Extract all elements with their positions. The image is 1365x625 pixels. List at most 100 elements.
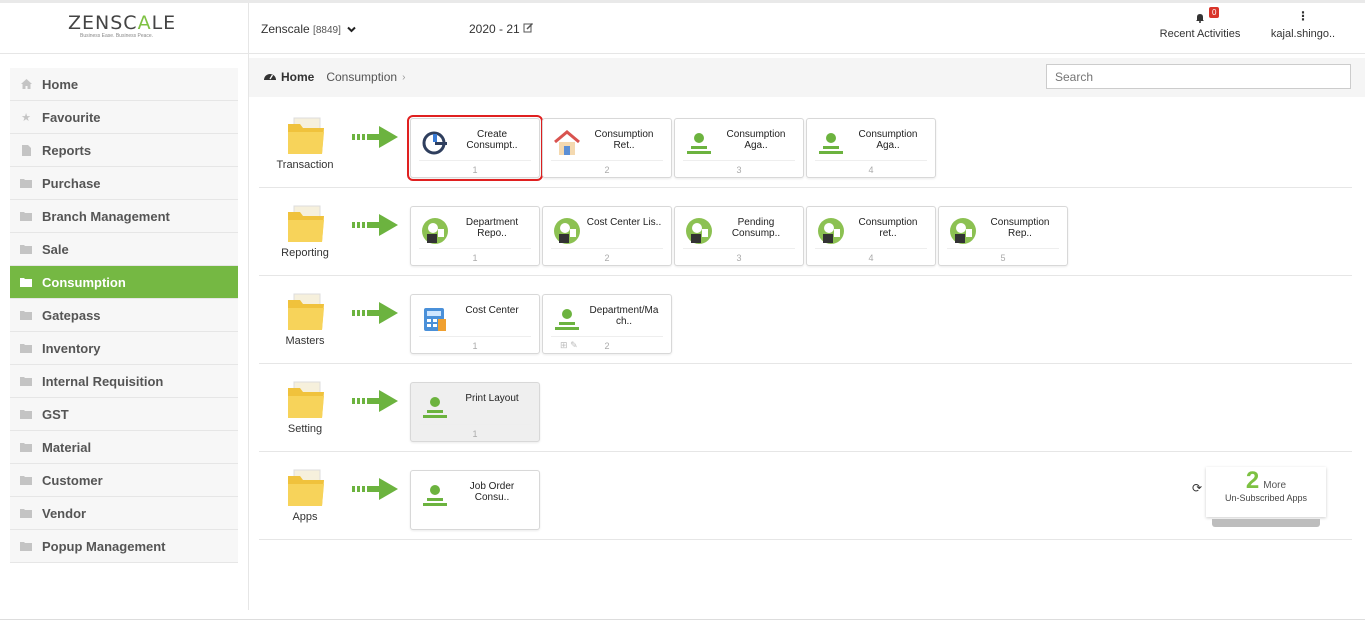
- folder-icon: [20, 409, 32, 420]
- folder-icon: [20, 475, 32, 486]
- tile-title: Consumption Ret..: [594, 129, 654, 151]
- sidebar-item-vendor[interactable]: Vendor: [10, 497, 238, 530]
- tile-number: 1: [472, 341, 478, 351]
- sidebar-item-consumption[interactable]: Consumption: [10, 266, 238, 299]
- section-label: Reporting: [281, 247, 329, 259]
- breadcrumb-home[interactable]: Home: [281, 70, 314, 84]
- tile-cost-center-list[interactable]: Cost Center Lis.. 2: [542, 206, 672, 266]
- tile-number: 1: [472, 253, 478, 263]
- bell-icon: [1196, 14, 1204, 23]
- folder-icon: [20, 343, 32, 354]
- logo-area[interactable]: ZENSCALE Business Ease. Business Peace.: [0, 3, 249, 54]
- folder-icon: [20, 508, 32, 519]
- folder-icon: [20, 310, 32, 321]
- tile-consumption-against-1[interactable]: Consumption Aga.. 3: [674, 118, 804, 178]
- edit-icon[interactable]: [523, 22, 534, 36]
- folder-icon: [20, 442, 32, 453]
- section-label: Masters: [285, 335, 325, 347]
- tile-title: Consumption Aga..: [726, 129, 786, 151]
- section-label: Transaction: [276, 159, 334, 171]
- section-reporting: Reporting Department Repo.. 1 Cost Cente…: [259, 188, 1352, 276]
- breadcrumb: Home Consumption ›: [264, 70, 405, 84]
- more-apps-count: 2: [1245, 467, 1260, 494]
- tile-pending-consumption[interactable]: Pending Consump.. 3: [674, 206, 804, 266]
- report-user-icon: [422, 218, 448, 244]
- tile-department-machine[interactable]: Department/Ma ch.. ⊞ ✎ 2: [542, 294, 672, 354]
- tile-number: 2: [604, 165, 610, 175]
- footer-divider: [0, 619, 1365, 620]
- more-apps-word: More: [1263, 480, 1287, 491]
- folder-icon[interactable]: [286, 204, 326, 242]
- sidebar-item-reports[interactable]: Reports: [10, 134, 238, 167]
- chevron-right-icon: ›: [402, 71, 406, 83]
- user-menu[interactable]: ⋮ kajal.shingo..: [1268, 10, 1338, 40]
- tile-title: Department Repo..: [465, 217, 519, 239]
- company-selector[interactable]: Zenscale [8849]: [261, 22, 356, 36]
- sidebar-item-customer[interactable]: Customer: [10, 464, 238, 497]
- tile-number: 3: [736, 165, 742, 175]
- sidebar-item-gst[interactable]: GST: [10, 398, 238, 431]
- tile-number: 2: [604, 253, 610, 263]
- sidebar-item-branch-management[interactable]: Branch Management: [10, 200, 238, 233]
- arrow-right-icon: [352, 390, 398, 412]
- tile-number: 4: [868, 165, 874, 175]
- tile-title: Consumption Rep..: [990, 217, 1050, 239]
- star-icon: ★: [21, 111, 31, 124]
- more-vertical-icon[interactable]: ⋮: [1268, 10, 1338, 22]
- tile-job-order-consumption[interactable]: Job Order Consu..: [410, 470, 540, 530]
- tile-title: Consumption ret..: [858, 217, 918, 239]
- breadcrumb-bar: Home Consumption ›: [249, 58, 1365, 97]
- search-input[interactable]: [1046, 64, 1351, 89]
- tile-number: 1: [472, 429, 478, 439]
- tile-cost-center[interactable]: Cost Center 1: [410, 294, 540, 354]
- sidebar-item-favourite[interactable]: ★ Favourite: [10, 101, 238, 134]
- tile-title: Consumption Aga..: [858, 129, 918, 151]
- arrow-right-icon: [352, 302, 398, 324]
- arrow-right-icon: [352, 478, 398, 500]
- tile-print-layout[interactable]: Print Layout 1: [410, 382, 540, 442]
- folder-icon[interactable]: [286, 380, 326, 418]
- folder-icon[interactable]: [286, 292, 326, 330]
- tile-number: 4: [868, 253, 874, 263]
- tile-title: Print Layout: [465, 393, 519, 404]
- section-label: Setting: [287, 423, 323, 435]
- folder-icon: [20, 376, 32, 387]
- user-green-icon: [555, 309, 579, 330]
- sidebar-item-inventory[interactable]: Inventory: [10, 332, 238, 365]
- folder-icon: [20, 244, 32, 255]
- sidebar-item-popup-management[interactable]: Popup Management: [10, 530, 238, 563]
- sidebar-item-home[interactable]: Home: [10, 68, 238, 101]
- refresh-icon[interactable]: ⟳: [1192, 481, 1202, 495]
- tile-number: 2: [604, 341, 610, 351]
- financial-year[interactable]: 2020 - 21: [469, 22, 534, 36]
- tile-department-report[interactable]: Department Repo.. 1: [410, 206, 540, 266]
- tile-consumption-against-2[interactable]: Consumption Aga.. 4: [806, 118, 936, 178]
- arrow-right-icon: [352, 214, 398, 236]
- recent-activities-button[interactable]: 0 Recent Activities: [1157, 7, 1243, 40]
- sidebar-item-purchase[interactable]: Purchase: [10, 167, 238, 200]
- sidebar: Home ★ Favourite Reports Purchase Branch …: [0, 54, 249, 610]
- sidebar-item-material[interactable]: Material: [10, 431, 238, 464]
- tile-consumption-return[interactable]: Consumption Ret.. 2: [542, 118, 672, 178]
- tile-create-consumption[interactable]: Create Consumpt.. 1: [407, 115, 543, 181]
- sidebar-item-sale[interactable]: Sale: [10, 233, 238, 266]
- tile-number: 5: [1000, 253, 1006, 263]
- section-setting: Setting Print Layout 1: [259, 364, 1352, 452]
- tile-consumption-report[interactable]: Consumption Rep.. 5: [938, 206, 1068, 266]
- sidebar-item-internal-requisition[interactable]: Internal Requisition: [10, 365, 238, 398]
- tile-consumption-return-report[interactable]: Consumption ret.. 4: [806, 206, 936, 266]
- arrow-right-icon: [352, 126, 398, 148]
- notification-badge: 0: [1209, 7, 1220, 18]
- folder-icon[interactable]: [286, 468, 326, 506]
- folder-icon[interactable]: [286, 116, 326, 154]
- sidebar-item-gatepass[interactable]: Gatepass: [10, 299, 238, 332]
- report-user-icon: [554, 218, 580, 244]
- section-apps: Apps Job Order Consu..: [259, 452, 1352, 540]
- more-apps-card[interactable]: 2 More Un-Subscribed Apps: [1206, 467, 1326, 517]
- report-user-icon: [686, 218, 712, 244]
- user-green-icon: [687, 133, 711, 154]
- user-name: kajal.shingo..: [1270, 28, 1336, 40]
- file-icon: [20, 144, 32, 156]
- home-icon: [20, 79, 32, 90]
- top-bar: ZENSCALE Business Ease. Business Peace. …: [0, 0, 1365, 54]
